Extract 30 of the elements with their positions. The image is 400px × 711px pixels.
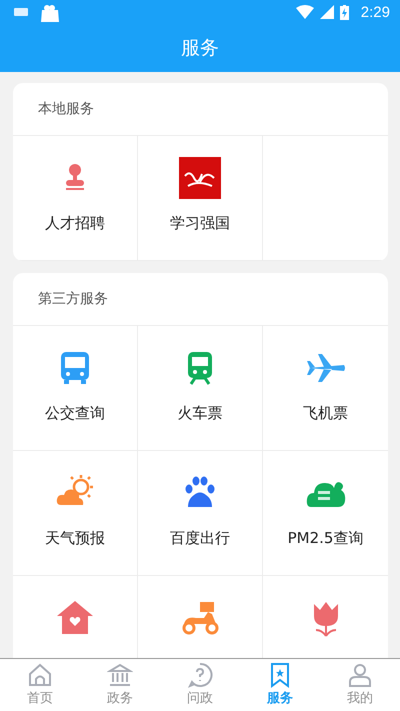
calligraphy-logo [178,156,222,200]
service-label: 百度出行 [170,529,230,548]
bank-icon [107,662,133,688]
service-item[interactable]: 天气预报 [13,451,138,576]
service-label: 学习强国 [170,214,230,233]
service-item[interactable]: 人才招聘 [13,136,138,261]
section-title: 第三方服务 [13,273,388,326]
service-item[interactable]: 学习强国 [138,136,263,261]
bag-icon [40,2,60,22]
battery-icon [340,4,349,20]
status-time: 2:29 [360,4,390,20]
service-label: 公交查询 [45,404,105,423]
home-icon [27,662,53,688]
page-title: 服务 [181,36,219,61]
section-title: 本地服务 [13,83,388,136]
signal-icon [320,5,334,19]
keyboard-icon [14,8,28,16]
service-label: 人才招聘 [45,214,105,233]
service-label: PM2.5查询 [288,529,364,548]
service-label: 飞机票 [303,404,348,423]
service-item[interactable]: 百度出行 [138,451,263,576]
service-label: 火车票 [178,404,222,423]
question-icon [187,662,213,688]
person-icon [347,662,373,688]
service-item[interactable]: 火车票 [138,326,263,451]
service-item[interactable]: PM2.5查询 [263,451,388,576]
service-item[interactable]: 公交查询 [13,326,138,451]
wifi-icon [296,5,314,19]
service-item[interactable]: 飞机票 [263,326,388,451]
service-label: 天气预报 [45,529,105,548]
